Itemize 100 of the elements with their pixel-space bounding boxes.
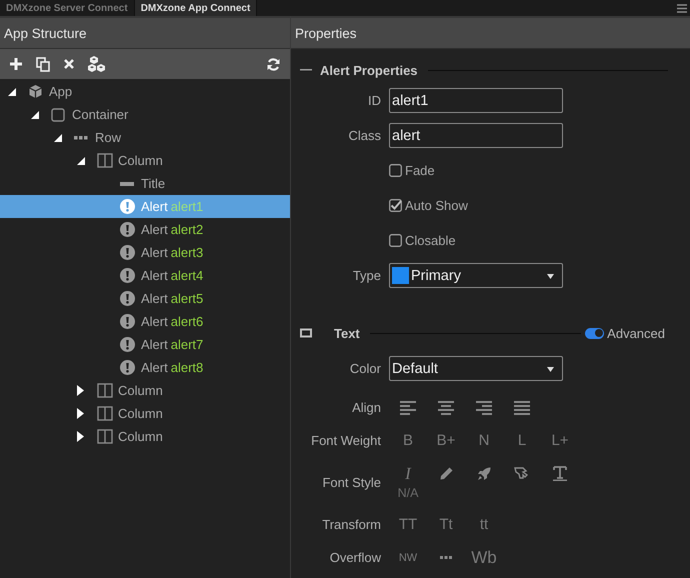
checkbox[interactable] <box>389 164 402 177</box>
item-id: alert3 <box>170 245 204 260</box>
item-label: Alert <box>141 314 168 329</box>
field-label: Class <box>347 128 381 143</box>
cube-icon <box>28 84 43 99</box>
rocket-icon[interactable] <box>477 466 491 480</box>
align-center-icon[interactable] <box>438 400 454 414</box>
tree-item[interactable]: Alert alert6 <box>0 310 290 333</box>
option-button[interactable]: N <box>465 432 503 449</box>
option-button[interactable]: L <box>503 432 541 449</box>
align-right-icon[interactable] <box>476 400 492 414</box>
item-label: Alert <box>141 199 168 214</box>
tree-item[interactable]: Title <box>0 172 290 195</box>
expanded-arrow-icon[interactable] <box>77 156 85 164</box>
collapsed-arrow-icon[interactable] <box>77 385 84 396</box>
collapsed-arrow-icon[interactable] <box>77 408 84 419</box>
item-label: Alert <box>141 245 168 260</box>
option-button[interactable]: I <box>389 464 427 484</box>
exclamation-icon <box>120 222 135 237</box>
copy-icon[interactable] <box>36 56 50 72</box>
exclamation-icon <box>120 268 135 283</box>
expanded-arrow-icon[interactable] <box>31 110 39 118</box>
dropdown[interactable]: Default <box>389 356 563 381</box>
tree-item[interactable]: Alert alert3 <box>0 241 290 264</box>
tree-item[interactable]: Column <box>0 425 290 448</box>
align-left-icon[interactable] <box>400 400 416 414</box>
tree-item[interactable]: Alert alert7 <box>0 333 290 356</box>
item-label: Alert <box>141 337 168 352</box>
item-id: alert4 <box>170 268 204 283</box>
field-label: Type <box>352 268 381 283</box>
item-label: Row <box>95 130 122 145</box>
option-button[interactable]: L+ <box>541 432 579 449</box>
item-label: Column <box>118 153 163 168</box>
option-button[interactable]: TT <box>389 516 427 533</box>
text-t-icon[interactable] <box>553 466 567 481</box>
panel-header: Properties <box>291 16 690 49</box>
toggle-label: Advanced <box>607 326 665 340</box>
section-title: Text <box>334 326 360 340</box>
option-button[interactable]: B <box>389 432 427 449</box>
exclamation-icon <box>120 360 135 375</box>
checkbox-label[interactable]: Closable <box>405 233 456 248</box>
tree-item[interactable]: Column <box>0 149 290 172</box>
checkbox-label[interactable]: Fade <box>405 163 435 178</box>
caret-icon <box>547 274 554 279</box>
item-label: Column <box>118 429 163 444</box>
checkbox[interactable] <box>389 199 402 212</box>
tree-item[interactable]: Column <box>0 402 290 425</box>
text-field[interactable]: alert1 <box>389 88 563 113</box>
tree-item[interactable]: Alert alert8 <box>0 356 290 379</box>
exclamation-icon <box>120 291 135 306</box>
expanded-arrow-icon[interactable] <box>54 134 62 142</box>
text-field[interactable]: alert <box>389 123 563 148</box>
delete-icon[interactable] <box>64 59 74 69</box>
menu-icon[interactable] <box>677 4 687 13</box>
pencil-icon[interactable] <box>440 467 452 480</box>
option-button[interactable]: Wb <box>465 548 503 568</box>
dash-icon <box>120 182 134 186</box>
item-label: Container <box>72 107 128 122</box>
item-label: Alert <box>141 268 168 283</box>
item-id: alert5 <box>170 291 204 306</box>
option-button[interactable]: Tt <box>427 516 465 533</box>
hand-icon[interactable] <box>514 466 530 481</box>
align-justify-icon[interactable] <box>514 400 530 414</box>
expanded-arrow-icon[interactable] <box>8 88 16 96</box>
tab[interactable]: DMXzone App Connect <box>134 0 258 16</box>
option-button[interactable]: NW <box>389 552 427 564</box>
collapsed-arrow-icon[interactable] <box>77 431 84 442</box>
item-label: Alert <box>141 222 168 237</box>
section-title: Alert Properties <box>320 62 418 78</box>
tree-item[interactable]: Column <box>0 379 290 402</box>
tree-item[interactable]: Row <box>0 126 290 149</box>
cubes-icon[interactable] <box>88 56 107 72</box>
dots-icon <box>74 136 88 140</box>
item-label: Title <box>141 176 166 191</box>
item-label: Alert <box>141 291 168 306</box>
columns-icon <box>97 153 113 168</box>
tree-item[interactable]: Alert alert2 <box>0 218 290 241</box>
tree-item[interactable]: App <box>0 80 290 103</box>
add-icon[interactable] <box>10 58 22 70</box>
option-button[interactable]: B+ <box>427 432 465 449</box>
tree-item[interactable]: Container <box>0 103 290 126</box>
columns-icon <box>97 429 113 444</box>
square-icon <box>51 108 65 122</box>
caret-icon <box>547 367 554 372</box>
item-id: alert2 <box>170 222 204 237</box>
checkbox-label[interactable]: Auto Show <box>405 198 468 213</box>
toggle-switch[interactable] <box>585 328 604 338</box>
tree-item[interactable]: Alert alert4 <box>0 264 290 287</box>
ellipsis-icon[interactable] <box>440 556 452 559</box>
checkbox[interactable] <box>389 234 402 247</box>
option-button[interactable]: tt <box>465 516 503 533</box>
field-label: ID <box>367 93 381 108</box>
refresh-icon[interactable] <box>267 58 280 70</box>
dropdown[interactable]: Primary <box>389 263 563 288</box>
columns-icon <box>97 383 113 398</box>
exclamation-icon <box>120 199 135 214</box>
tree-item[interactable]: Alert alert5 <box>0 287 290 310</box>
field-label: Font Style <box>321 474 381 492</box>
item-id: alert8 <box>170 360 204 375</box>
item-id: alert7 <box>170 337 204 352</box>
